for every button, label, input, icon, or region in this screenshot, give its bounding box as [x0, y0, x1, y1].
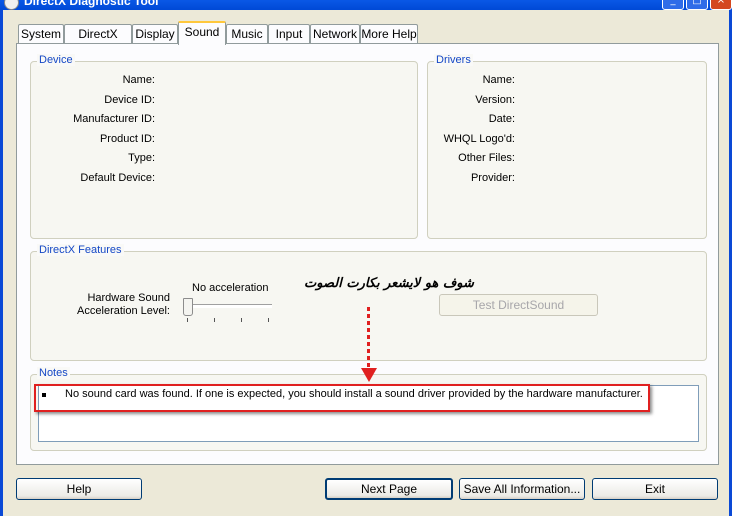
provider-label: Provider:: [470, 172, 515, 184]
exit-button[interactable]: Exit: [592, 478, 718, 500]
tab-directx-files[interactable]: DirectX Files: [64, 24, 132, 59]
driver-version-label: Version:: [475, 94, 515, 106]
test-directsound-button[interactable]: Test DirectSound: [439, 294, 598, 316]
tab-display[interactable]: Display: [132, 24, 178, 43]
slider-tick: [268, 318, 269, 322]
slider-tick: [241, 318, 242, 322]
slider-tick: [214, 318, 215, 322]
slider-value-text: No acceleration: [192, 282, 269, 294]
tab-system[interactable]: System: [18, 24, 64, 43]
close-button[interactable]: ×: [710, 0, 732, 10]
next-page-button[interactable]: Next Page: [325, 478, 453, 500]
default-device-label: Default Device:: [80, 172, 155, 184]
directx-features-title: DirectX Features: [37, 244, 124, 256]
hw-accel-slider-track[interactable]: [186, 304, 272, 308]
driver-date-label: Date:: [488, 113, 515, 125]
annotation-highlight-box: [34, 384, 650, 412]
notes-group-title: Notes: [37, 367, 70, 379]
device-group: Device: [30, 54, 418, 239]
device-name-label: Name:: [122, 74, 155, 86]
product-id-label: Product ID:: [99, 133, 155, 145]
drivers-group-title: Drivers: [434, 54, 473, 66]
hw-accel-label-line1: Hardware Sound: [87, 292, 170, 304]
device-group-title: Device: [37, 54, 75, 66]
annotation-arrow-head: [361, 368, 377, 382]
title-bar[interactable]: DirectX Diagnostic Tool _ □ ×: [0, 0, 732, 10]
window-title: DirectX Diagnostic Tool: [24, 0, 159, 8]
drivers-group: Drivers: [427, 54, 707, 239]
app-icon: [4, 0, 19, 10]
save-all-information-button[interactable]: Save All Information...: [459, 478, 585, 500]
minimize-button[interactable]: _: [662, 0, 684, 10]
manufacturer-id-label: Manufacturer ID:: [73, 113, 155, 125]
driver-name-label: Name:: [482, 74, 515, 86]
device-id-label: Device ID:: [104, 94, 155, 106]
tab-music[interactable]: Music: [226, 24, 268, 43]
hw-accel-label-line2: Acceleration Level:: [77, 305, 170, 317]
annotation-text: شوف هو لايشعر بكارت الصوت: [304, 276, 474, 291]
hw-accel-slider-thumb[interactable]: [183, 298, 193, 316]
tab-sound[interactable]: Sound: [178, 21, 226, 45]
maximize-button[interactable]: □: [686, 0, 708, 10]
slider-tick: [187, 318, 188, 322]
device-type-label: Type:: [128, 152, 155, 164]
tab-network[interactable]: Network: [310, 24, 360, 43]
window-left-border: [0, 10, 3, 516]
annotation-arrow-line: [367, 307, 370, 369]
whql-logo-label: WHQL Logo'd:: [443, 133, 515, 145]
help-button[interactable]: Help: [16, 478, 142, 500]
other-files-label: Other Files:: [458, 152, 515, 164]
tab-more-help[interactable]: More Help: [360, 24, 418, 43]
tab-input[interactable]: Input: [268, 24, 310, 43]
